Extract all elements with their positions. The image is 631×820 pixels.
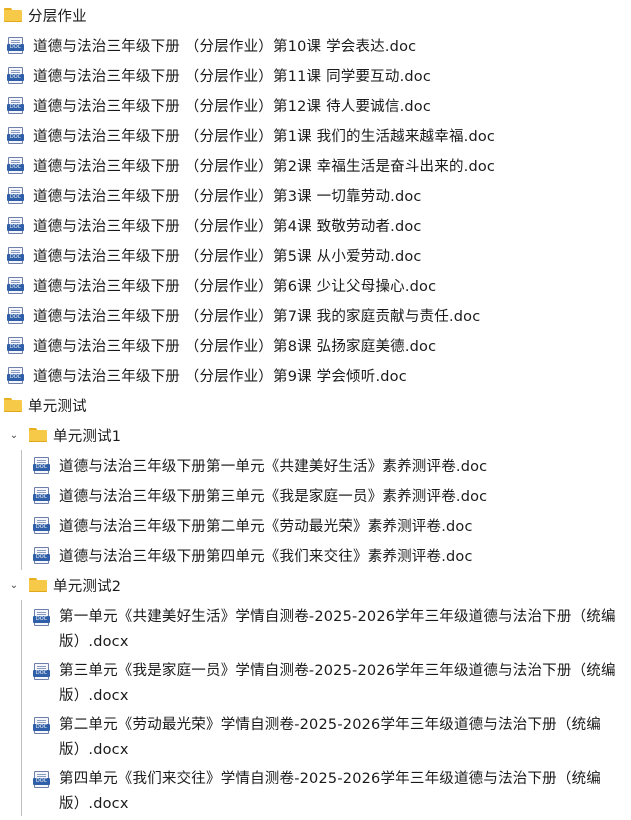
doc-badge-text: DOC <box>9 103 22 110</box>
file-name: 道德与法治三年级下册第二单元《劳动最光荣》素养测评卷.doc <box>59 518 473 535</box>
file-name: 第一单元《共建美好生活》学情自测卷-2025-2026学年三年级道德与法治下册（… <box>59 609 616 650</box>
folder-label: 单元测试1 <box>53 428 122 445</box>
word-doc-icon: DOC <box>33 546 50 564</box>
file-item[interactable]: DOC 道德与法治三年级下册第一单元《共建美好生活》素养测评卷.doc <box>0 450 631 480</box>
file-item[interactable]: DOC 道德与法治三年级下册第三单元《我是家庭一员》素养测评卷.doc <box>0 480 631 510</box>
file-name: 道德与法治三年级下册 （分层作业）第3课 一切靠劳动.doc <box>33 188 422 205</box>
doc-badge-text: DOC <box>9 223 22 230</box>
file-name: 道德与法治三年级下册第四单元《我们来交往》素养测评卷.doc <box>59 548 473 565</box>
doc-badge-text: DOC <box>35 553 48 560</box>
word-doc-icon: DOC <box>7 306 24 324</box>
file-name: 道德与法治三年级下册 （分层作业）第6课 少让父母操心.doc <box>33 278 437 295</box>
doc-badge-text: DOC <box>35 493 48 500</box>
doc-badge-text: DOC <box>9 313 22 320</box>
word-doc-icon: DOC <box>7 126 24 144</box>
file-item[interactable]: DOC 道德与法治三年级下册 （分层作业）第12课 待人要诚信.doc <box>0 90 631 120</box>
file-item[interactable]: DOC 道德与法治三年级下册 （分层作业）第3课 一切靠劳动.doc <box>0 180 631 210</box>
file-name: 道德与法治三年级下册第一单元《共建美好生活》素养测评卷.doc <box>59 458 488 475</box>
file-item[interactable]: DOC 道德与法治三年级下册 （分层作业）第10课 学会表达.doc <box>0 30 631 60</box>
doc-badge-text: DOC <box>9 193 22 200</box>
doc-badge-text: DOC <box>35 523 48 530</box>
file-item[interactable]: DOC 道德与法治三年级下册 （分层作业）第1课 我们的生活越来越幸福.doc <box>0 120 631 150</box>
doc-badge-text: DOC <box>9 43 22 50</box>
word-doc-icon: DOC <box>7 276 24 294</box>
word-doc-icon: DOC <box>7 96 24 114</box>
file-name: 道德与法治三年级下册 （分层作业）第7课 我的家庭贡献与责任.doc <box>33 308 481 325</box>
word-doc-icon: DOC <box>33 456 50 474</box>
doc-badge-text: DOC <box>35 670 48 676</box>
file-item[interactable]: DOC 第三单元《我是家庭一员》学情自测卷-2025-2026学年三年级道德与法治… <box>0 654 631 708</box>
folder-icon <box>29 578 47 592</box>
file-name: 道德与法治三年级下册 （分层作业）第8课 弘扬家庭美德.doc <box>33 338 437 355</box>
word-doc-icon: DOC <box>33 717 50 734</box>
file-item[interactable]: DOC 道德与法治三年级下册 （分层作业）第6课 少让父母操心.doc <box>0 270 631 300</box>
word-doc-icon: DOC <box>7 366 24 384</box>
doc-badge-text: DOC <box>9 73 22 80</box>
chevron-down-icon[interactable]: ⌄ <box>7 580 21 591</box>
file-name: 道德与法治三年级下册 （分层作业）第2课 幸福生活是奋斗出来的.doc <box>33 158 496 175</box>
file-item[interactable]: DOC 道德与法治三年级下册 （分层作业）第11课 同学要互动.doc <box>0 60 631 90</box>
file-name: 第四单元《我们来交往》学情自测卷-2025-2026学年三年级道德与法治下册（统… <box>59 771 601 812</box>
file-name: 道德与法治三年级下册 （分层作业）第9课 学会倾听.doc <box>33 368 407 385</box>
word-doc-icon: DOC <box>33 771 50 788</box>
file-name: 道德与法治三年级下册 （分层作业）第1课 我们的生活越来越幸福.doc <box>33 128 496 145</box>
folder-danyuan-ceshi[interactable]: 单元测试 <box>0 390 631 420</box>
word-doc-icon: DOC <box>33 516 50 534</box>
file-item[interactable]: DOC 道德与法治三年级下册 （分层作业）第2课 幸福生活是奋斗出来的.doc <box>0 150 631 180</box>
doc-badge-text: DOC <box>9 343 22 350</box>
file-item[interactable]: DOC 道德与法治三年级下册 （分层作业）第5课 从小爱劳动.doc <box>0 240 631 270</box>
tree-guide-line <box>21 600 22 816</box>
word-doc-icon: DOC <box>7 156 24 174</box>
file-name: 道德与法治三年级下册第三单元《我是家庭一员》素养测评卷.doc <box>59 488 488 505</box>
folder-label: 单元测试 <box>28 398 87 415</box>
file-item[interactable]: DOC 第一单元《共建美好生活》学情自测卷-2025-2026学年三年级道德与法治… <box>0 600 631 654</box>
file-tree: 分层作业 DOC 道德与法治三年级下册 （分层作业）第10课 学会表达.doc DO… <box>0 0 631 816</box>
doc-badge-text: DOC <box>35 778 48 784</box>
file-name: 道德与法治三年级下册 （分层作业）第4课 致敬劳动者.doc <box>33 218 422 235</box>
doc-badge-text: DOC <box>35 616 48 622</box>
doc-badge-text: DOC <box>9 163 22 170</box>
doc-badge-text: DOC <box>35 463 48 470</box>
word-doc-icon: DOC <box>7 66 24 84</box>
doc-badge-text: DOC <box>9 283 22 290</box>
file-name: 道德与法治三年级下册 （分层作业）第5课 从小爱劳动.doc <box>33 248 422 265</box>
folder-danyuan-ceshi-1[interactable]: ⌄ 单元测试1 <box>0 420 631 450</box>
file-item[interactable]: DOC 道德与法治三年级下册 （分层作业）第9课 学会倾听.doc <box>0 360 631 390</box>
folder-danyuan-ceshi-2[interactable]: ⌄ 单元测试2 <box>0 570 631 600</box>
word-doc-icon: DOC <box>33 609 50 626</box>
folder-icon <box>29 428 47 442</box>
chevron-down-icon[interactable]: ⌄ <box>7 430 21 441</box>
file-name: 第三单元《我是家庭一员》学情自测卷-2025-2026学年三年级道德与法治下册（… <box>59 663 616 704</box>
file-item[interactable]: DOC 道德与法治三年级下册 （分层作业）第8课 弘扬家庭美德.doc <box>0 330 631 360</box>
tree-guide-line <box>21 450 22 570</box>
file-item[interactable]: DOC 道德与法治三年级下册 （分层作业）第4课 致敬劳动者.doc <box>0 210 631 240</box>
file-item[interactable]: DOC 道德与法治三年级下册 （分层作业）第7课 我的家庭贡献与责任.doc <box>0 300 631 330</box>
folder-icon <box>4 398 22 412</box>
word-doc-icon: DOC <box>7 216 24 234</box>
doc-badge-text: DOC <box>9 373 22 380</box>
word-doc-icon: DOC <box>7 186 24 204</box>
file-name: 道德与法治三年级下册 （分层作业）第12课 待人要诚信.doc <box>33 98 432 115</box>
file-name: 道德与法治三年级下册 （分层作业）第11课 同学要互动.doc <box>33 68 432 85</box>
file-item[interactable]: DOC 道德与法治三年级下册第二单元《劳动最光荣》素养测评卷.doc <box>0 510 631 540</box>
file-name: 道德与法治三年级下册 （分层作业）第10课 学会表达.doc <box>33 38 417 55</box>
word-doc-icon: DOC <box>7 336 24 354</box>
doc-badge-text: DOC <box>9 133 22 140</box>
folder-icon <box>4 8 22 22</box>
file-item[interactable]: DOC 第四单元《我们来交往》学情自测卷-2025-2026学年三年级道德与法治下… <box>0 762 631 816</box>
folder-label: 单元测试2 <box>53 578 122 595</box>
folder-label: 分层作业 <box>28 8 87 25</box>
file-item[interactable]: DOC 第二单元《劳动最光荣》学情自测卷-2025-2026学年三年级道德与法治下… <box>0 708 631 762</box>
file-name: 第二单元《劳动最光荣》学情自测卷-2025-2026学年三年级道德与法治下册（统… <box>59 717 601 758</box>
file-item[interactable]: DOC 道德与法治三年级下册第四单元《我们来交往》素养测评卷.doc <box>0 540 631 570</box>
word-doc-icon: DOC <box>33 663 50 680</box>
folder-fenceng-zuoye[interactable]: 分层作业 <box>0 0 631 30</box>
word-doc-icon: DOC <box>7 246 24 264</box>
doc-badge-text: DOC <box>9 253 22 260</box>
doc-badge-text: DOC <box>35 724 48 730</box>
word-doc-icon: DOC <box>33 486 50 504</box>
word-doc-icon: DOC <box>7 36 24 54</box>
